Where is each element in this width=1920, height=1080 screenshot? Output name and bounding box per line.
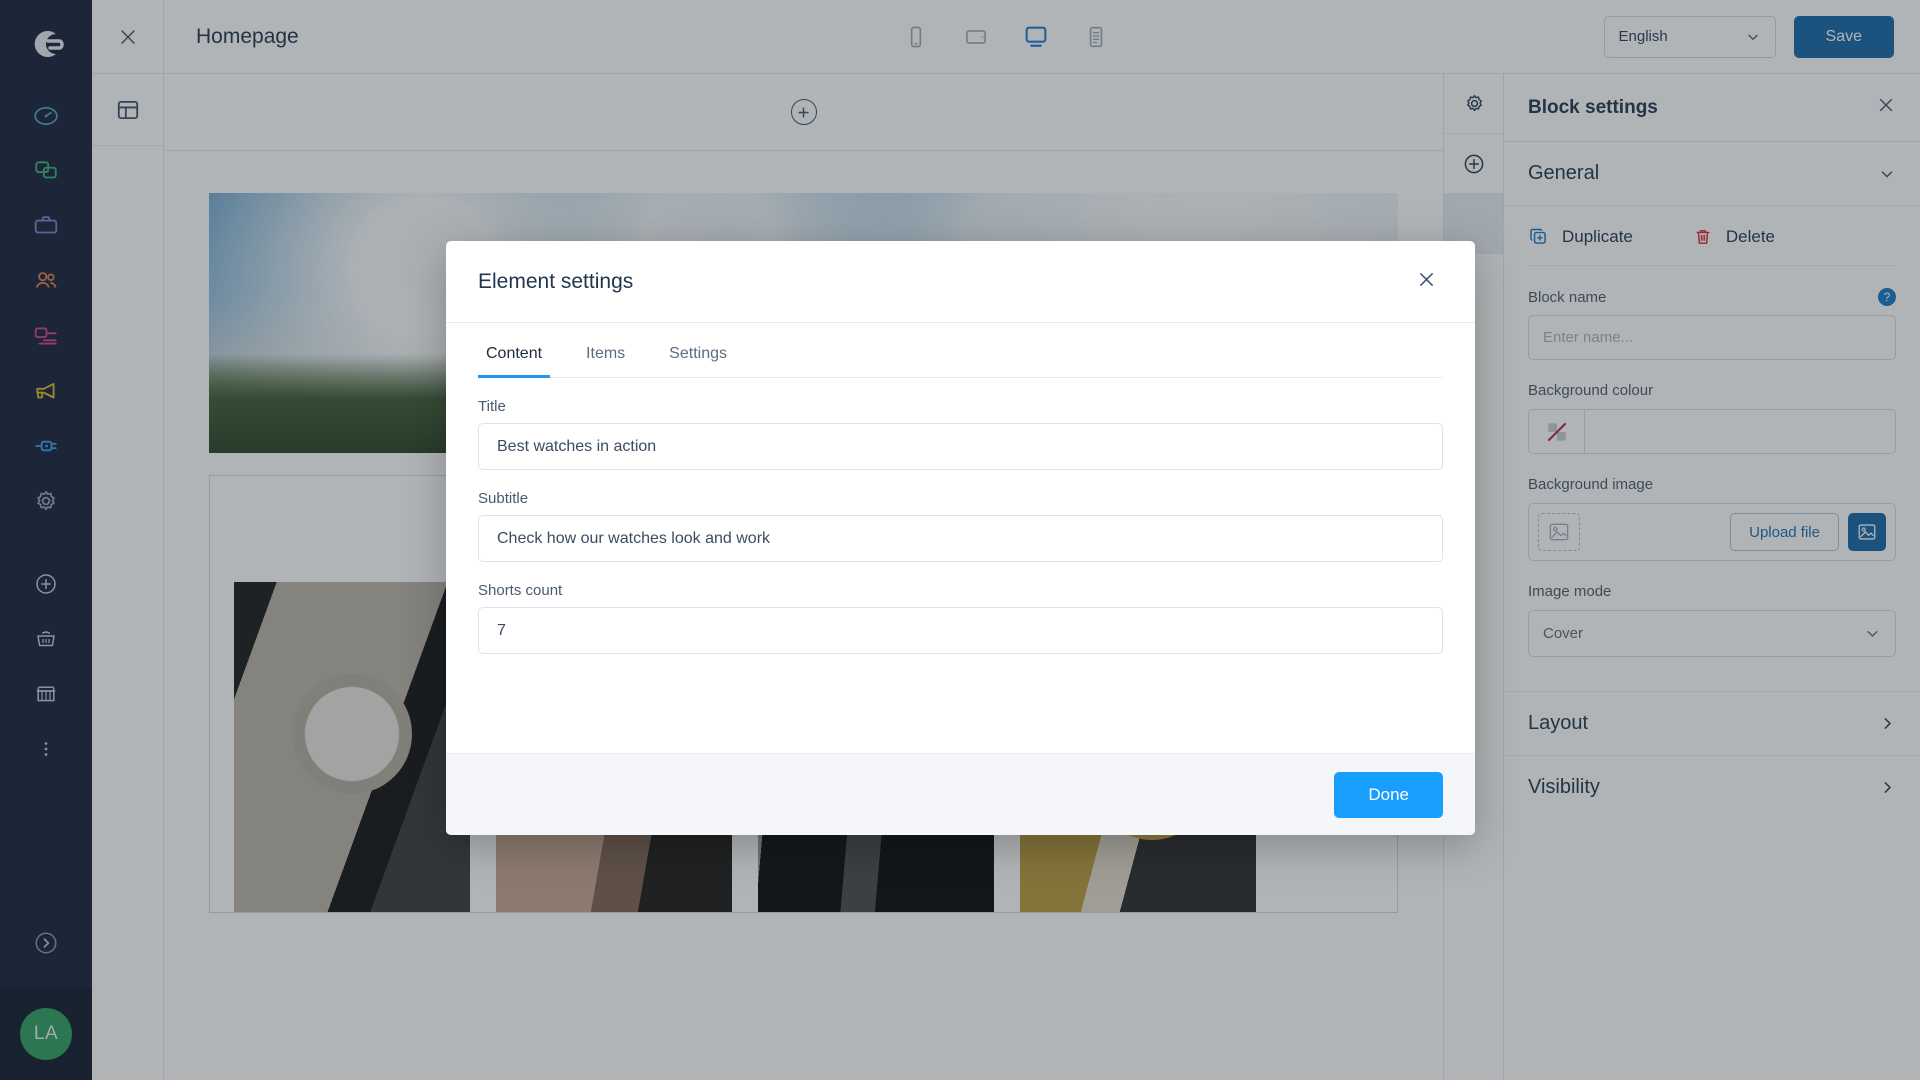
title-field: Title Best watches in action: [478, 398, 1443, 470]
modal-tabs: Content Items Settings: [478, 345, 1443, 378]
modal-title: Element settings: [478, 269, 634, 293]
title-input[interactable]: Best watches in action: [478, 423, 1443, 470]
subtitle-input[interactable]: Check how our watches look and work: [478, 515, 1443, 562]
modal-body: Content Items Settings Title Best watche…: [446, 323, 1475, 753]
shorts-count-input[interactable]: 7: [478, 607, 1443, 654]
tab-items[interactable]: Items: [564, 345, 647, 377]
modal-close-button[interactable]: [1410, 263, 1443, 301]
tab-settings[interactable]: Settings: [647, 345, 749, 377]
subtitle-field: Subtitle Check how our watches look and …: [478, 490, 1443, 562]
tab-content[interactable]: Content: [478, 345, 564, 378]
shorts-count-label: Shorts count: [478, 582, 563, 599]
shorts-count-field: Shorts count 7: [478, 582, 1443, 654]
element-settings-modal: Element settings Content Items Settings …: [446, 241, 1475, 835]
cms-page-builder: LA Homepage English Save Block settings …: [0, 0, 1920, 1080]
title-label: Title: [478, 398, 506, 415]
subtitle-label: Subtitle: [478, 490, 529, 507]
close-icon: [1420, 272, 1433, 286]
modal-header: Element settings: [446, 241, 1475, 323]
done-button[interactable]: Done: [1334, 771, 1443, 818]
modal-footer: Done: [446, 753, 1475, 835]
